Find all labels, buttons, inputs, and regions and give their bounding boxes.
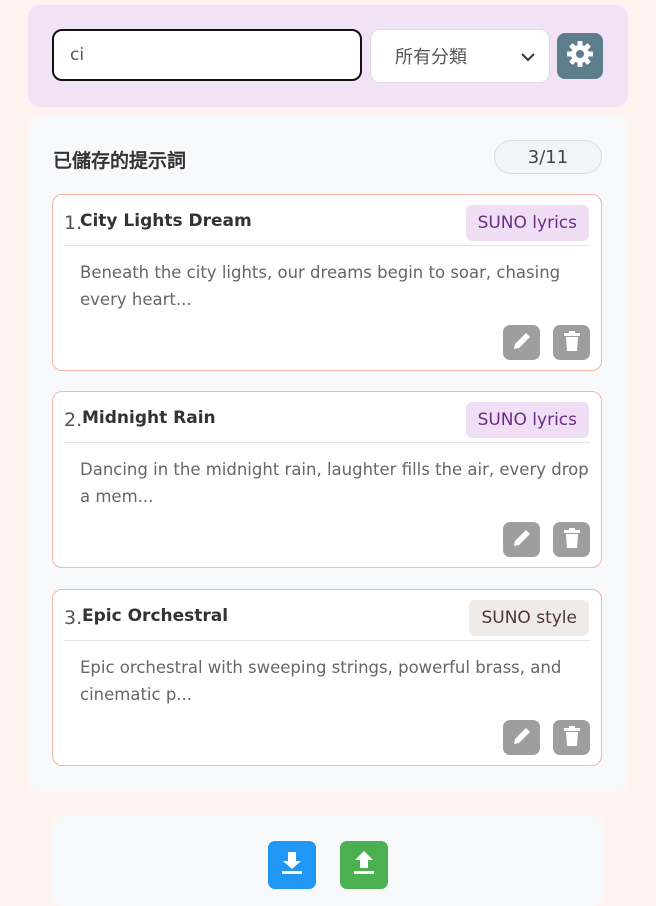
edit-button[interactable]: [503, 325, 540, 360]
chevron-down-icon: [521, 46, 535, 67]
pencil-icon: [511, 527, 533, 553]
delete-button[interactable]: [553, 522, 590, 557]
import-button[interactable]: [340, 841, 388, 889]
upload-icon: [351, 850, 377, 880]
category-select-value: 所有分類: [395, 47, 467, 68]
card-index: 3.: [64, 607, 83, 629]
prompt-card[interactable]: 2. Midnight Rain SUNO lyrics Dancing in …: [52, 391, 602, 568]
pencil-icon: [511, 330, 533, 356]
category-tag: SUNO lyrics: [465, 205, 589, 241]
edit-button[interactable]: [503, 522, 540, 557]
export-button[interactable]: [268, 841, 316, 889]
card-index: 2.: [64, 409, 83, 431]
card-preview: Beneath the city lights, our dreams begi…: [80, 263, 561, 309]
trash-icon: [562, 725, 582, 751]
panel-title: 已儲存的提示詞: [53, 150, 187, 172]
prompt-card[interactable]: 3. Epic Orchestral SUNO style Epic orche…: [52, 589, 602, 766]
card-preview: Dancing in the midnight rain, laughter f…: [80, 460, 589, 506]
settings-button[interactable]: [557, 33, 603, 79]
saved-prompts-panel: 已儲存的提示詞 3/11 1. City Lights Dream SUNO l…: [28, 116, 628, 792]
search-input[interactable]: [52, 29, 362, 81]
card-preview: Epic orchestral with sweeping strings, p…: [80, 658, 562, 704]
gear-icon: [565, 39, 595, 73]
pencil-icon: [511, 725, 533, 751]
trash-icon: [562, 330, 582, 356]
search-bar: 所有分類: [28, 5, 628, 107]
download-icon: [279, 850, 305, 880]
footer-actions: [52, 816, 604, 906]
edit-button[interactable]: [503, 720, 540, 755]
card-divider: [64, 640, 590, 641]
prompt-card[interactable]: 1. City Lights Dream SUNO lyrics Beneath…: [52, 194, 602, 371]
delete-button[interactable]: [553, 720, 590, 755]
card-divider: [64, 442, 590, 443]
card-title: Midnight Rain: [82, 408, 216, 428]
card-title: Epic Orchestral: [82, 606, 229, 626]
category-tag: SUNO lyrics: [465, 402, 589, 438]
card-title: City Lights Dream: [80, 211, 252, 231]
delete-button[interactable]: [553, 325, 590, 360]
count-badge: 3/11: [494, 140, 602, 174]
category-tag: SUNO style: [469, 600, 589, 636]
card-divider: [64, 245, 590, 246]
trash-icon: [562, 527, 582, 553]
category-select[interactable]: 所有分類: [370, 29, 550, 83]
